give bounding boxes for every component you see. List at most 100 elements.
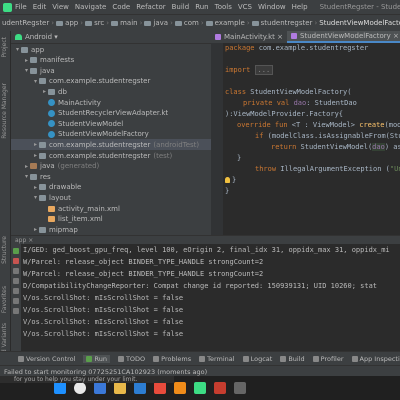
tree-item[interactable]: ▸ db	[11, 86, 211, 97]
tree-item[interactable]: ▾ com.example.studentregster	[11, 76, 211, 87]
tree-item[interactable]: activity_main.xml	[11, 203, 211, 214]
tab-profiler[interactable]: Profiler	[312, 355, 344, 363]
breadcrumb-main[interactable]: main	[120, 19, 138, 27]
task-view-icon[interactable]	[94, 382, 106, 394]
breadcrumb-src[interactable]: src	[94, 19, 104, 27]
tree-item[interactable]: ▾ res	[11, 171, 211, 182]
app-taskbar-icon[interactable]	[234, 382, 246, 394]
tree-item[interactable]: list_item.xml	[11, 214, 211, 225]
scroll-to-end-icon[interactable]	[13, 278, 19, 284]
app-taskbar-icon[interactable]	[214, 382, 226, 394]
edge-icon[interactable]	[134, 382, 146, 394]
windows-start-icon[interactable]	[54, 382, 66, 394]
tree-item[interactable]: ▾ java	[11, 65, 211, 76]
project-view-selector[interactable]: Android ▾	[11, 31, 211, 44]
tab-todo[interactable]: TODO	[117, 355, 145, 363]
breadcrumb-project[interactable]: udentRegster	[2, 19, 49, 27]
folder-icon	[56, 20, 64, 26]
tree-item[interactable]: MainActivity	[11, 97, 211, 108]
menu-tools[interactable]: Tools	[215, 3, 232, 11]
favorites-tool-button[interactable]: Favorites	[1, 286, 8, 313]
logcat-icon	[242, 356, 249, 362]
tree-item[interactable]: StudentViewModel	[11, 118, 211, 129]
menu-window[interactable]: Window	[258, 3, 286, 11]
menu-refactor[interactable]: Refactor	[136, 3, 165, 11]
tree-item[interactable]: StudentRecyclerViewAdapter.kt	[11, 108, 211, 119]
tab-studentviewmodelfactory[interactable]: StudentViewModelFactory ×	[287, 31, 400, 43]
breadcrumb-app[interactable]: app	[65, 19, 78, 27]
run-console[interactable]: I/GED: ged_boost_gpu_freq, level 100, eO…	[21, 244, 400, 356]
tree-item[interactable]: ▸ manifests	[11, 55, 211, 66]
rerun-icon[interactable]	[13, 248, 19, 254]
stop-icon[interactable]	[13, 258, 19, 264]
menu-help[interactable]: Help	[292, 3, 308, 11]
tab-run[interactable]: Run	[83, 355, 110, 363]
chevron-icon[interactable]: ▸	[32, 141, 39, 148]
tree-item[interactable]: ▾ app	[11, 44, 211, 55]
android-studio-taskbar-icon[interactable]	[194, 382, 206, 394]
tree-item[interactable]: ▸ java (generated)	[11, 161, 211, 172]
tree-item[interactable]: ▾ layout	[11, 192, 211, 203]
chevron-icon[interactable]: ▸	[41, 88, 48, 95]
code-line: throw IllegalArgumentException ("Un	[255, 165, 400, 173]
menu-code[interactable]: Code	[112, 3, 130, 11]
file-explorer-icon[interactable]	[114, 382, 126, 394]
menu-view[interactable]: View	[52, 3, 69, 11]
chevron-icon[interactable]: ▸	[32, 152, 39, 159]
chevron-icon[interactable]: ▾	[32, 78, 39, 85]
tree-item[interactable]: StudentViewModelFactory	[11, 129, 211, 140]
search-icon[interactable]	[74, 382, 86, 394]
breadcrumb-com[interactable]: com	[184, 19, 199, 27]
menu-edit[interactable]: Edit	[33, 3, 47, 11]
clear-icon[interactable]	[13, 298, 19, 304]
run-config-tab[interactable]: app	[15, 237, 26, 244]
breadcrumb-example[interactable]: example	[215, 19, 245, 27]
chrome-icon[interactable]	[154, 382, 166, 394]
folded-imports[interactable]: ...	[254, 65, 274, 75]
tree-item[interactable]: ▸ com.example.studentregster (test)	[11, 150, 211, 161]
menu-file[interactable]: File	[15, 3, 27, 11]
menu-navigate[interactable]: Navigate	[75, 3, 106, 11]
tab-logcat[interactable]: Logcat	[242, 355, 272, 363]
menu-run[interactable]: Run	[195, 3, 208, 11]
chevron-icon[interactable]: ▸	[23, 57, 30, 64]
tab-terminal[interactable]: Terminal	[199, 355, 235, 363]
chevron-icon[interactable]: ▸	[32, 226, 39, 233]
tab-build[interactable]: Build	[280, 355, 305, 363]
breadcrumb-studentregster[interactable]: studentregster	[261, 19, 313, 27]
build-icon	[280, 356, 287, 362]
menu-vcs[interactable]: VCS	[238, 3, 252, 11]
tab-mainactivity[interactable]: MainActivity.kt ×	[211, 31, 287, 43]
chevron-icon[interactable]: ▸	[23, 163, 30, 170]
lightbulb-icon[interactable]	[225, 177, 230, 183]
chevron-icon[interactable]: ▾	[32, 194, 39, 201]
folder-icon	[39, 226, 46, 233]
tab-app-inspection[interactable]: App Inspection	[351, 355, 400, 363]
chevron-icon[interactable]: ▾	[14, 46, 21, 53]
folder-icon	[39, 78, 46, 85]
code-editor[interactable]: package com.example.studentregster impor…	[223, 43, 400, 235]
folder-icon	[111, 20, 119, 26]
chevron-icon[interactable]: ▸	[32, 184, 39, 191]
status-message[interactable]: Failed to start monitoring 07725251CA102…	[4, 368, 207, 376]
resource-manager-tool-button[interactable]: Resource Manager	[1, 83, 8, 139]
structure-tool-button[interactable]: Structure	[1, 236, 8, 264]
folder-icon	[144, 20, 152, 26]
print-icon[interactable]	[13, 288, 19, 294]
restore-layout-icon[interactable]	[13, 268, 19, 274]
chevron-icon[interactable]: ▾	[23, 173, 30, 180]
menu-build[interactable]: Build	[172, 3, 190, 11]
tree-item[interactable]: ▸ drawable	[11, 182, 211, 193]
log-line: D/CompatibilityChangeReporter: Compat ch…	[23, 282, 378, 290]
chevron-icon[interactable]: ▾	[23, 67, 30, 74]
settings-icon[interactable]	[13, 308, 19, 314]
breadcrumb-java[interactable]: java	[153, 19, 168, 27]
tree-item[interactable]: ▸ com.example.studentregster (androidTest)	[11, 139, 211, 151]
project-tool-button[interactable]: Project	[1, 37, 8, 58]
tree-item-label: java	[40, 66, 55, 75]
tree-item[interactable]: ▸ mipmap	[11, 224, 211, 235]
breadcrumb-file[interactable]: StudentViewModelFactory	[319, 19, 400, 27]
tab-problems[interactable]: Problems	[153, 355, 191, 363]
vlc-icon[interactable]	[174, 382, 186, 394]
tab-version-control[interactable]: Version Control	[18, 355, 75, 363]
